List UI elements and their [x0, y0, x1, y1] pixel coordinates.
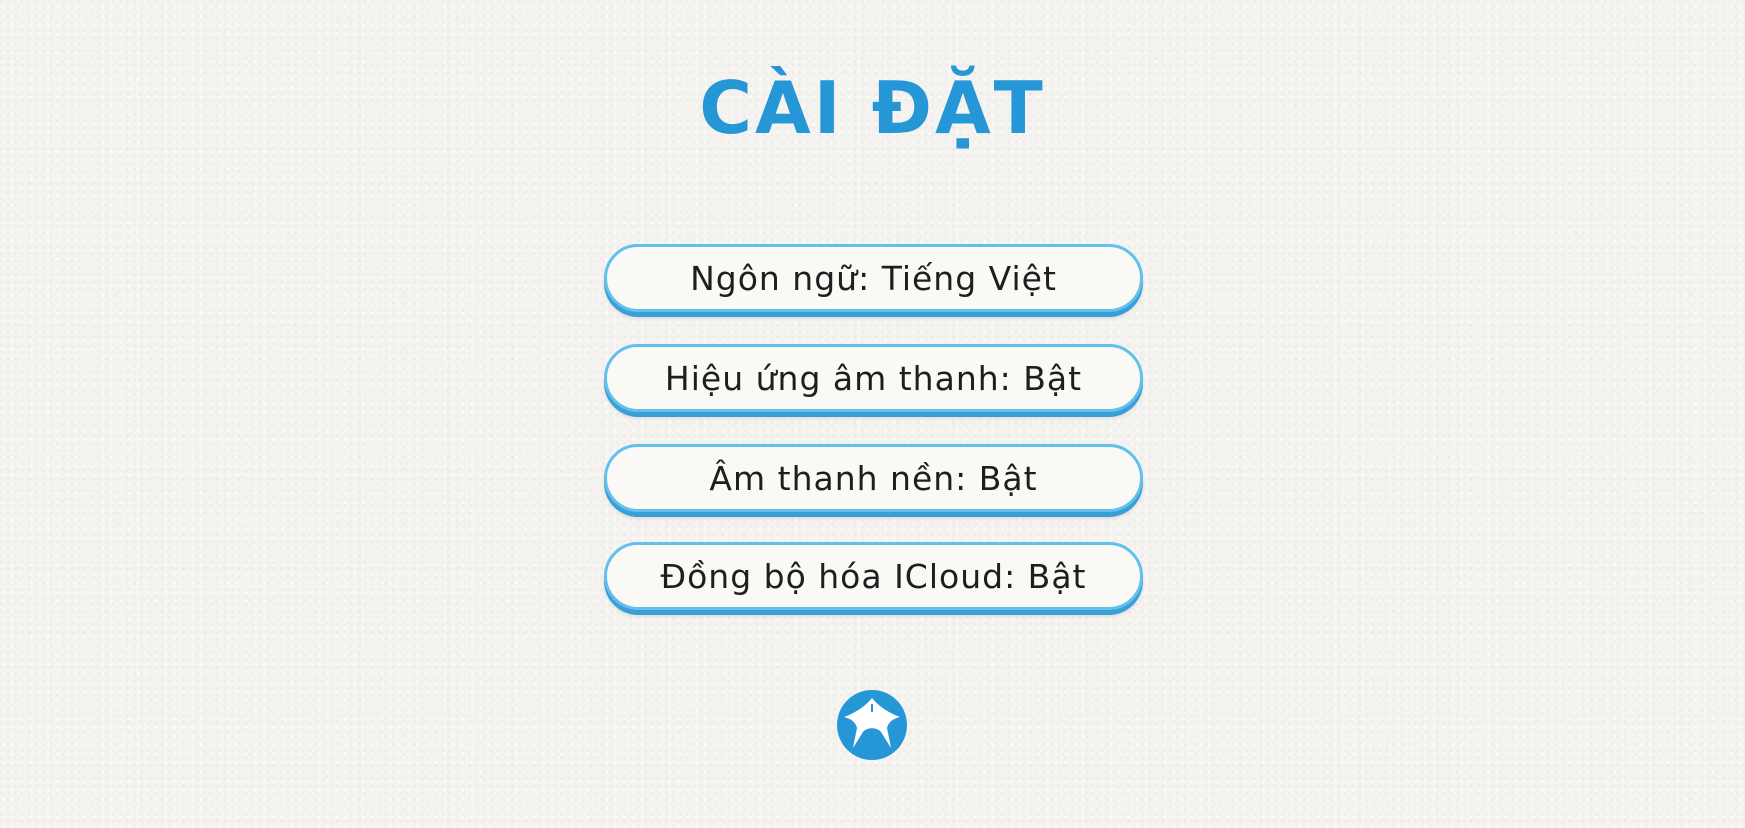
page-title: CÀI ĐẶT	[699, 66, 1046, 150]
sound-effects-button[interactable]: Hiệu ứng âm thanh: Bật	[604, 344, 1143, 412]
icloud-sync-button[interactable]: Đồng bộ hóa ICloud: Bật	[604, 542, 1143, 610]
background-music-button[interactable]: Âm thanh nền: Bật	[604, 444, 1143, 512]
background-music-label: Âm thanh nền: Bật	[709, 458, 1038, 498]
home-icon	[844, 698, 900, 748]
icloud-sync-label: Đồng bộ hóa ICloud: Bật	[660, 556, 1087, 596]
language-label: Ngôn ngữ: Tiếng Việt	[690, 258, 1057, 298]
sound-effects-label: Hiệu ứng âm thanh: Bật	[664, 358, 1083, 398]
language-button[interactable]: Ngôn ngữ: Tiếng Việt	[604, 244, 1143, 312]
home-button[interactable]	[837, 690, 907, 760]
